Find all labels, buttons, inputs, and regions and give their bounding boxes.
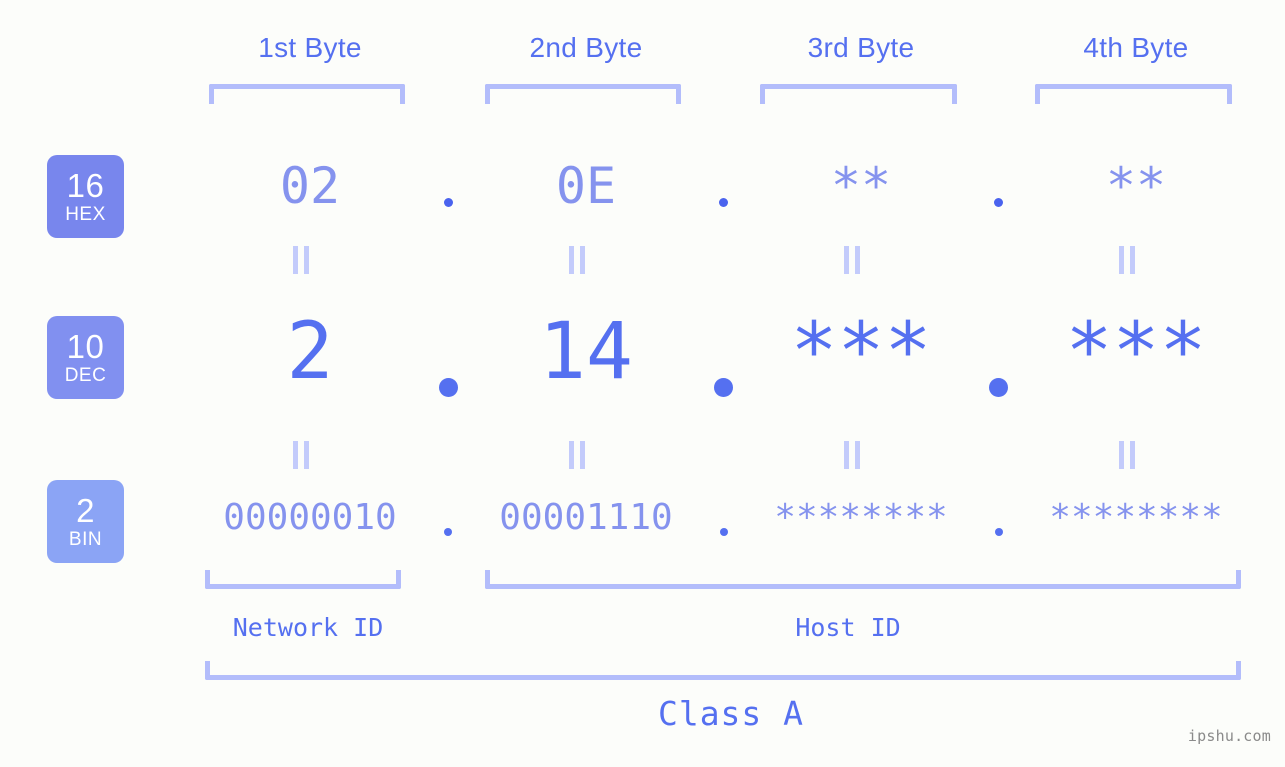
hex-byte-4: ** [1105,157,1167,215]
equals-connector-2-4 [1118,441,1136,469]
base-badge-dec: 10 DEC [47,316,124,399]
byte-bracket-1 [209,84,405,104]
byte-header-1: 1st Byte [258,32,362,63]
hex-separator-dot-1 [443,198,453,207]
bin-separator-dot-2 [719,528,728,536]
byte-bracket-3 [760,84,957,104]
byte-bracket-2 [485,84,681,104]
dec-separator-dot-3 [989,378,1008,397]
byte-header-2: 2nd Byte [529,32,643,63]
class-label: Class A [657,694,805,733]
base-badge-hex-name: HEX [65,204,106,225]
base-badge-bin-number: 2 [76,492,95,529]
byte-bracket-4 [1035,84,1232,104]
base-badge-hex: 16 HEX [47,155,124,238]
watermark: ipshu.com [1187,727,1271,745]
network-id-bracket [205,570,401,589]
host-id-bracket [485,570,1241,589]
byte-header-3: 3rd Byte [807,32,915,63]
equals-connector-1-4 [1118,246,1136,274]
hex-separator-dot-2 [719,198,728,207]
class-bracket [205,661,1241,680]
bin-byte-4: ******** [1049,497,1223,538]
network-id-label: Network ID [232,613,384,642]
hex-separator-dot-3 [994,198,1003,207]
ip-address-breakdown-diagram: 1st Byte 2nd Byte 3rd Byte 4th Byte 16 H… [0,0,1285,767]
dec-separator-dot-2 [714,378,733,397]
host-id-label: Host ID [795,613,901,642]
equals-connector-2-1 [292,441,310,469]
base-badge-dec-name: DEC [64,365,107,386]
byte-header-4: 4th Byte [1083,32,1189,63]
base-badge-bin: 2 BIN [47,480,124,563]
bin-separator-dot-1 [444,528,452,536]
equals-connector-1-1 [292,246,310,274]
base-badge-dec-number: 10 [66,328,105,365]
base-badge-bin-name: BIN [68,529,103,550]
equals-connector-1-3 [843,246,861,274]
equals-connector-1-2 [568,246,586,274]
base-badge-hex-number: 16 [66,167,105,204]
dec-separator-dot-1 [438,378,458,397]
equals-connector-2-3 [843,441,861,469]
bin-separator-dot-3 [994,528,1003,536]
equals-connector-2-2 [568,441,586,469]
